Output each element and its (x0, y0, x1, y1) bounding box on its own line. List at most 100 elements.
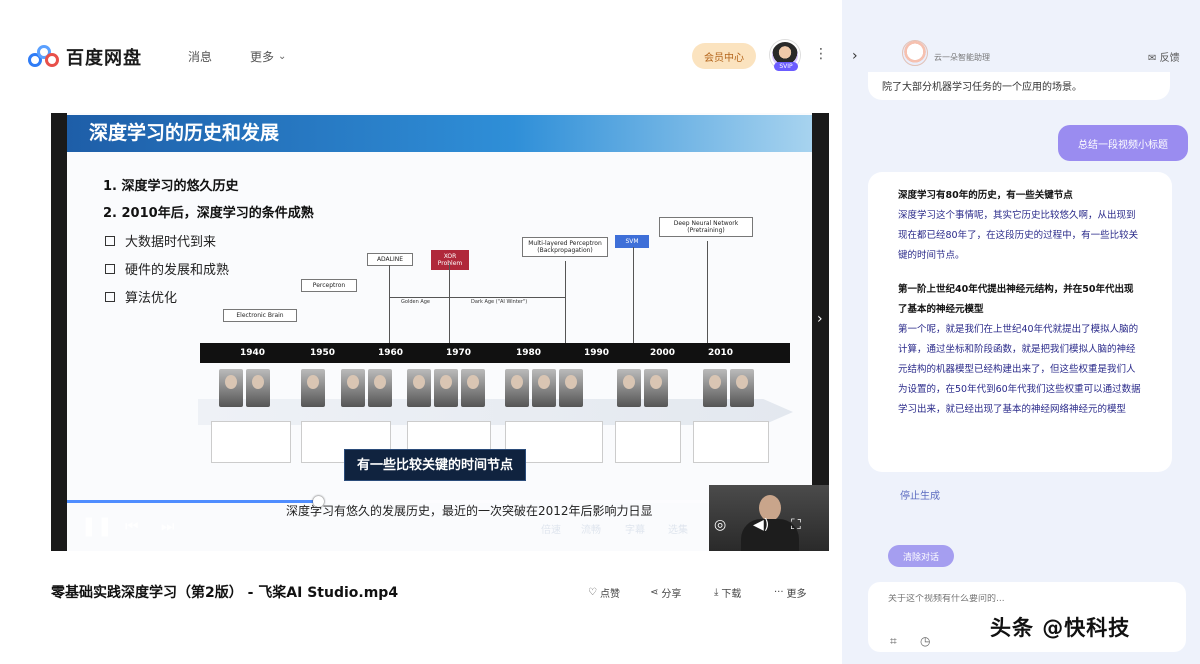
slide-bullet-text: 硬件的发展和成熟 (125, 263, 230, 278)
next-icon[interactable]: ⏭ (161, 517, 175, 535)
milestone-svm: SVM (615, 235, 649, 249)
researcher-photos (407, 369, 485, 409)
checkbox-square-icon (105, 263, 115, 274)
dnn-diagram (693, 421, 769, 463)
svm-diagram (615, 421, 681, 463)
portrait-photo (219, 369, 243, 407)
dark-age-span (449, 297, 565, 298)
dark-age-label: Dark Age ("AI Winter") (471, 299, 528, 305)
connector-line (633, 247, 634, 343)
vip-center-button[interactable]: 会员中心 (692, 43, 756, 69)
more-button[interactable]: ··· 更多 (774, 585, 807, 600)
compass-icon[interactable]: ◷ (920, 634, 930, 648)
assistant-answer: 深度学习有80年的历史，有一些关键节点深度学习这个事情呢，其实它历史比较悠久啊，… (868, 172, 1172, 472)
slide-heading-2: 2. 2010年后，深度学习的条件成熟 (103, 206, 314, 221)
download-button[interactable]: ⤓ 下载 (714, 585, 741, 600)
share-button[interactable]: ⋖ 分享 (650, 585, 681, 600)
year-label: 1970 (446, 348, 472, 358)
year-label: 1990 (584, 348, 610, 358)
year-label: 2000 (650, 348, 676, 358)
portrait-photo (434, 369, 458, 407)
researcher-photos (703, 369, 754, 409)
slide-bullet-text: 算法优化 (125, 291, 178, 306)
milestone-dnn: Deep Neural Network (Pretraining) (659, 217, 753, 238)
portrait-photo (617, 369, 641, 407)
portrait-photo (644, 369, 668, 407)
portrait-photo (730, 369, 754, 407)
mail-icon: ✉ (1148, 53, 1157, 64)
connector-line (707, 241, 708, 343)
watermark: 头条 @快科技 (990, 616, 1131, 640)
share-label: 分享 (661, 589, 682, 600)
subtitle-button[interactable]: 字幕 (625, 521, 645, 536)
video-file-title: 零基础实践深度学习（第2版） - 飞桨AI Studio.mp4 (51, 585, 399, 601)
download-icon: ⤓ (714, 587, 719, 598)
slide-heading-1: 1. 深度学习的悠久历史 (103, 179, 239, 194)
assistant-avatar (902, 40, 928, 66)
nav-more[interactable]: 更多 ⌄ (250, 48, 286, 65)
video-player[interactable]: 深度学习的历史和发展 1. 深度学习的悠久历史 2. 2010年后，深度学习的条… (51, 113, 829, 551)
fullscreen-icon[interactable]: ⛶ (791, 517, 801, 533)
share-icon: ⋖ (650, 587, 659, 598)
answer-section-title: 第一阶上世纪40年代提出神经元结构，并在50年代出现了基本的神经元模型 (898, 284, 1134, 315)
speed-button[interactable]: 倍速 (541, 521, 561, 536)
previous-icon[interactable]: ⏮ (125, 517, 139, 535)
chevron-right-icon[interactable]: › (852, 48, 858, 64)
researcher-photos (617, 369, 668, 409)
neuron-diagram (211, 421, 291, 463)
milestone-xor: XOR Problem (431, 250, 469, 271)
portrait-photo (368, 369, 392, 407)
like-label: 点赞 (599, 589, 620, 600)
episodes-button[interactable]: 选集 (668, 521, 688, 536)
more-dots-icon: ··· (774, 587, 784, 598)
more-options-icon[interactable]: ⋮ (814, 46, 828, 62)
nav-messages[interactable]: 消息 (188, 48, 212, 65)
like-button[interactable]: ♡ 点赞 (588, 585, 620, 600)
researcher-photos (505, 369, 583, 409)
connector-line (449, 263, 450, 343)
video-frame-slide: 深度学习的历史和发展 1. 深度学习的悠久历史 2. 2010年后，深度学习的条… (67, 113, 812, 551)
portrait-photo (246, 369, 270, 407)
slide-bullet: 大数据时代到来 (105, 231, 216, 250)
ai-assistant-panel: › 云一朵智能助理 ✉ 反馈 院了大部分机器学习任务的一个应用的场景。 总结一段… (842, 0, 1200, 664)
year-label: 1960 (378, 348, 404, 358)
portrait-photo (407, 369, 431, 407)
settings-icon[interactable]: ◎ (714, 517, 726, 533)
progress-fill (67, 500, 318, 503)
slide-bullet-text: 大数据时代到来 (125, 235, 217, 250)
svip-badge: SVIP (774, 62, 798, 71)
portrait-photo (505, 369, 529, 407)
highlight-subtitle: 有一些比较关键的时间节点 (344, 449, 527, 481)
quality-button[interactable]: 流畅 (581, 521, 601, 536)
year-label: 2010 (708, 348, 734, 358)
nav-more-label: 更多 (250, 50, 275, 64)
pause-icon[interactable]: ❚❚ (81, 515, 113, 537)
slide-bullet: 硬件的发展和成熟 (105, 259, 229, 278)
checkbox-square-icon (105, 291, 115, 302)
answer-section-body: 深度学习这个事情呢，其实它历史比较悠久啊，从出现到现在都已经80年了，在这段历史… (898, 210, 1139, 261)
checkbox-square-icon (105, 235, 115, 246)
cloud-logo-icon (28, 45, 60, 69)
stop-generating-button[interactable]: 停止生成 (900, 487, 940, 502)
heart-icon: ♡ (588, 587, 597, 598)
chevron-down-icon: ⌄ (278, 51, 287, 62)
milestone-adaline: ADALINE (367, 253, 413, 267)
clear-chat-button[interactable]: 清除对话 (888, 545, 954, 567)
feedback-button[interactable]: ✉ 反馈 (1148, 49, 1180, 64)
baidu-netdisk-logo[interactable]: 百度网盘 (28, 44, 142, 70)
year-label: 1950 (310, 348, 336, 358)
answer-section-body: 第一个呢，就是我们在上世纪40年代就提出了模拟人脑的计算，通过坐标和阶段函数，就… (898, 324, 1141, 415)
chevron-right-icon[interactable]: › (817, 311, 823, 327)
volume-icon[interactable]: ◀) (753, 517, 769, 533)
crop-icon[interactable]: ⌗ (890, 634, 897, 649)
user-message-bubble: 总结一段视频小标题 (1058, 125, 1188, 161)
portrait-photo (559, 369, 583, 407)
researcher-photos (301, 369, 325, 409)
more-label: 更多 (786, 589, 807, 600)
answer-section-title: 深度学习有80年的历史，有一些关键节点 (898, 190, 1073, 201)
progress-knob[interactable] (312, 496, 324, 507)
assistant-name: 云一朵智能助理 (934, 53, 990, 62)
chat-input[interactable] (888, 594, 1168, 604)
progress-bar[interactable] (67, 496, 727, 507)
portrait-photo (461, 369, 485, 407)
